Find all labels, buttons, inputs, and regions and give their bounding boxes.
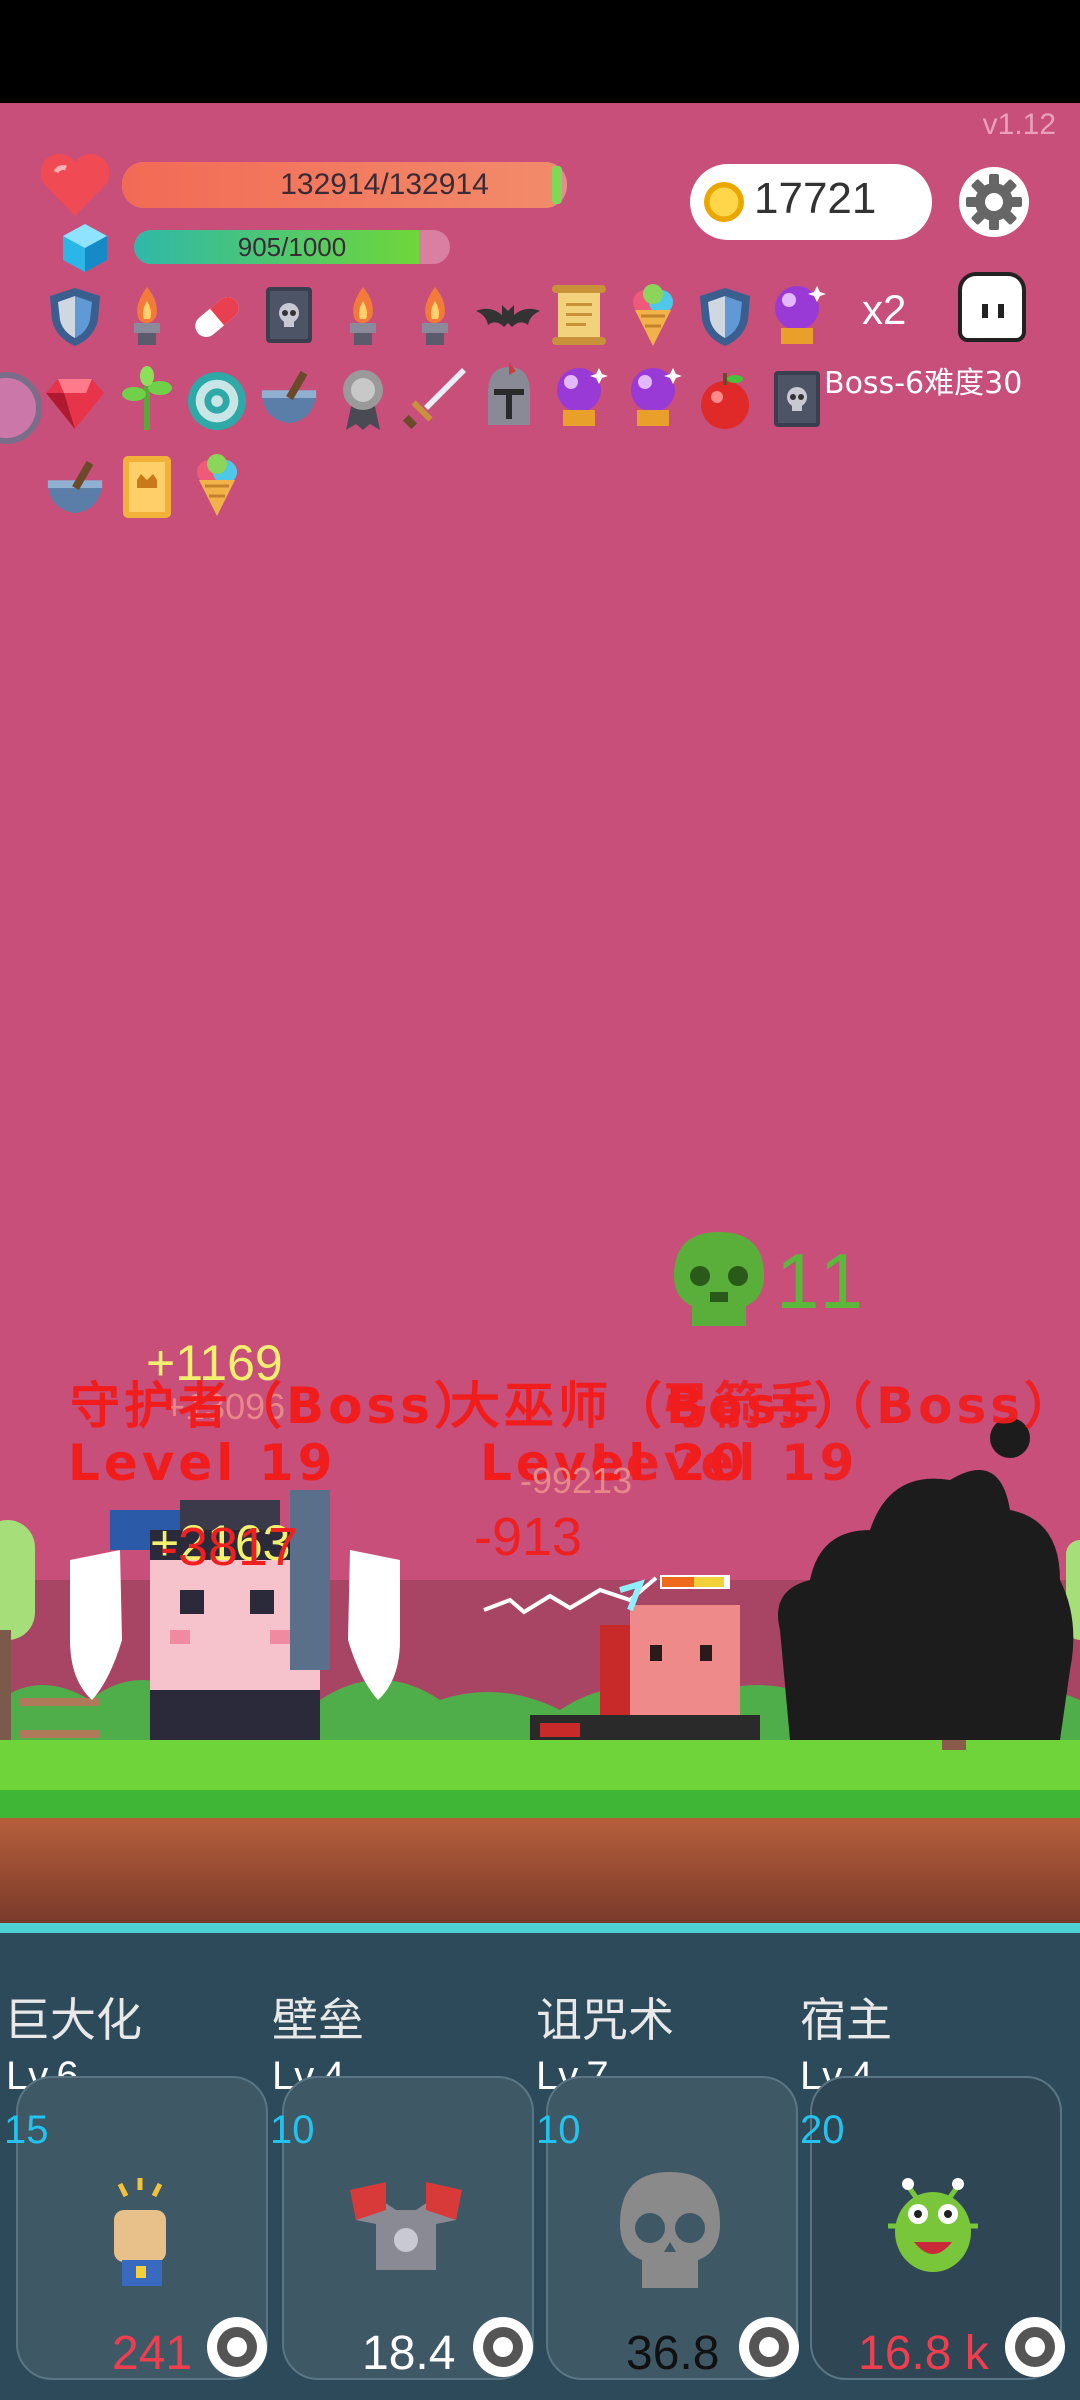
sapling-icon[interactable] xyxy=(116,366,178,430)
enemy-name-overlap: 弓箭手（Boss） xyxy=(660,1377,1078,1435)
crystal-ball-icon[interactable] xyxy=(622,366,684,428)
armor-icon xyxy=(346,2180,466,2280)
skill-cost: 241 xyxy=(112,2327,193,2380)
skill-panel-edge xyxy=(0,1923,1080,1933)
skill-name: 诅咒术 xyxy=(536,1993,674,2047)
speed-multiplier[interactable]: x2 xyxy=(862,286,906,334)
ruby-icon[interactable] xyxy=(44,372,106,434)
damage-number-player: -3817 xyxy=(160,1517,299,1577)
skull-book-icon[interactable] xyxy=(258,284,320,346)
medal-icon[interactable] xyxy=(332,368,394,430)
shield-icon[interactable] xyxy=(44,286,106,348)
crystal-ball-icon[interactable] xyxy=(548,366,610,428)
alien-icon xyxy=(878,2166,988,2282)
poison-count: 11 xyxy=(776,1237,869,1325)
skill-cost: 36.8 xyxy=(626,2327,720,2380)
skill-upgrade-gear-icon[interactable] xyxy=(1004,2316,1066,2378)
flame-pedestal-icon[interactable] xyxy=(116,284,178,346)
skull-icon xyxy=(610,2168,730,2292)
target-disc-icon[interactable] xyxy=(186,370,248,432)
ground-dirt xyxy=(0,1818,1080,1923)
skill-upgrade-gear-icon[interactable] xyxy=(738,2316,800,2378)
ground-grass-edge xyxy=(0,1790,1080,1820)
fist-icon xyxy=(100,2170,180,2290)
knight-helmet-icon[interactable] xyxy=(478,363,540,428)
poison-skull-icon xyxy=(664,1226,774,1336)
boss-difficulty-label: Boss-6难度30 xyxy=(824,366,1023,401)
skill-name: 巨大化 xyxy=(4,1993,142,2047)
apple-icon[interactable] xyxy=(694,370,756,432)
lightning-effect xyxy=(480,1570,660,1630)
flame-pedestal-icon[interactable] xyxy=(332,284,394,346)
ice-cream-icon[interactable] xyxy=(186,454,248,516)
player-name: 守护者（Boss） xyxy=(70,1377,488,1435)
crystal-ball-icon[interactable] xyxy=(766,284,828,346)
player-level: Level 19 xyxy=(68,1434,337,1492)
skill-count: 10 xyxy=(536,2108,581,2152)
skill-upgrade-gear-icon[interactable] xyxy=(206,2316,268,2378)
bat-icon[interactable] xyxy=(474,286,542,348)
gold-book-icon[interactable] xyxy=(116,456,178,518)
skill-count: 20 xyxy=(800,2108,845,2152)
scroll-icon[interactable] xyxy=(548,284,610,346)
ghost-icon[interactable] xyxy=(958,272,1026,342)
ice-cream-icon[interactable] xyxy=(622,284,684,346)
damage-number-enemy: -913 xyxy=(474,1507,583,1567)
skull-book-icon[interactable] xyxy=(766,368,828,430)
skill-name: 宿主 xyxy=(800,1993,892,2047)
shield-icon[interactable] xyxy=(694,286,756,348)
sword-icon[interactable] xyxy=(400,368,466,430)
skill-count: 15 xyxy=(4,2108,49,2152)
mortar-icon[interactable] xyxy=(258,368,320,430)
skill-cost: 18.4 xyxy=(362,2327,456,2380)
mortar-icon[interactable] xyxy=(44,458,106,520)
skill-name: 壁垒 xyxy=(272,1993,364,2047)
pill-icon[interactable] xyxy=(186,286,248,348)
skill-count: 10 xyxy=(270,2108,315,2152)
skill-upgrade-gear-icon[interactable] xyxy=(472,2316,534,2378)
inventory-items xyxy=(0,0,1080,540)
flame-pedestal-icon[interactable] xyxy=(404,284,466,346)
skill-cost: 16.8 k xyxy=(858,2327,989,2380)
damage-number-faded: -99213 xyxy=(520,1460,633,1501)
